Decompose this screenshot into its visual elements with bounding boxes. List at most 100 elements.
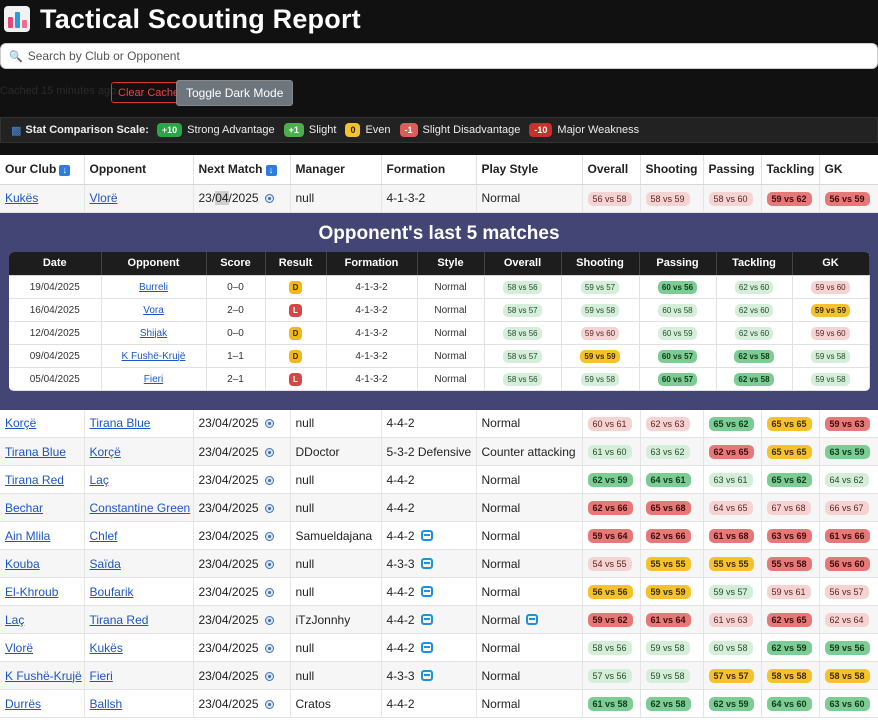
opponent-link[interactable]: Boufarik (90, 585, 134, 599)
formation-change-icon[interactable] (420, 557, 433, 569)
table-row[interactable]: K Fushë-Krujë Fieri 23/04/2025 null 4-3-3 Nor… (0, 661, 878, 690)
shooting-stat-badge: 59 vs 59 (580, 349, 620, 363)
table-row[interactable]: Vlorë Kukës 23/04/2025 null 4-4-2 Normal 58 vs… (0, 633, 878, 662)
last-matches-title: Opponent's last 5 matches (318, 222, 560, 244)
sub-header-style[interactable]: Style (417, 251, 485, 276)
gk-stat-badge: 59 vs 63 (824, 416, 870, 431)
score: 2–0 (206, 298, 266, 322)
opponent-link[interactable]: Korçë (90, 445, 121, 459)
sort-down-icon[interactable]: ↓ (265, 165, 277, 177)
sub-header-tackling[interactable]: Tackling (716, 251, 793, 276)
football-icon (264, 503, 274, 513)
table-row[interactable]: Korçë Tirana Blue 23/04/2025 null 4-4-2 Norma… (0, 409, 878, 438)
formation-change-icon[interactable] (420, 669, 433, 681)
sub-header-opponent[interactable]: Opponent (101, 251, 207, 276)
toggle-dark-mode-button[interactable]: Toggle Dark Mode (176, 80, 294, 106)
style-change-icon[interactable] (526, 613, 539, 625)
formation-change-icon[interactable] (420, 585, 433, 597)
shooting-stat-badge: 59 vs 58 (645, 669, 690, 683)
bar-chart-logo-icon (4, 6, 30, 32)
header-shooting[interactable]: Shooting (640, 155, 704, 185)
legend-label: Stat Comparison Scale: (25, 124, 149, 136)
table-row-selected[interactable]: Kukës Vlorë 23/04/2025 null 4-1-3-2 Norm… (0, 184, 878, 213)
club-link[interactable]: Korçë (5, 416, 36, 430)
club-link[interactable]: El-Khroub (5, 585, 58, 599)
formation-cell: 4-4-2 (381, 689, 477, 718)
formation-cell: 4-4-2 (381, 577, 477, 606)
sub-header-passing[interactable]: Passing (639, 251, 717, 276)
fixtures-table: Our Club ↓ Opponent Next Match ↓ Manager F… (0, 155, 878, 718)
opponent-link[interactable]: Constantine Green (90, 501, 191, 515)
club-link[interactable]: Laç (5, 613, 24, 627)
header-opponent[interactable]: Opponent (84, 155, 194, 185)
opponent-link[interactable]: Tirana Blue (90, 416, 151, 430)
formation-cell: 4-4-2 (381, 605, 477, 634)
table-row[interactable]: Durrës Ballsh 23/04/2025 Cratos 4-4-2 Normal 6… (0, 689, 878, 718)
opponent-link[interactable]: Fieri (90, 669, 113, 683)
club-link[interactable]: Tirana Red (5, 473, 64, 487)
header-manager[interactable]: Manager (290, 155, 382, 185)
tackling-stat-badge: 65 vs 65 (766, 445, 812, 459)
match-date: 23/04/2025 (193, 437, 291, 466)
passing-stat-badge: 62 vs 59 (708, 697, 754, 711)
club-link[interactable]: Tirana Blue (5, 445, 66, 459)
manager-cell: Samueldajana (290, 521, 382, 550)
opponent-link[interactable]: Tirana Red (90, 613, 149, 627)
table-row[interactable]: Ain Mlila Chlef 23/04/2025 Samueldajana 4-4-… (0, 521, 878, 550)
search-input[interactable] (27, 49, 848, 63)
match-date: 23/04/2025 (193, 577, 291, 606)
sub-header-overall[interactable]: Overall (484, 251, 562, 276)
opponent-link[interactable]: Fieri (144, 374, 163, 385)
sub-header-result[interactable]: Result (265, 251, 327, 276)
table-row[interactable]: Laç Tirana Red 23/04/2025 iTzJonnhy 4-4-2 Nor… (0, 605, 878, 634)
formation-change-icon[interactable] (420, 641, 433, 653)
sub-header-score[interactable]: Score (206, 251, 266, 276)
passing-stat-badge: 55 vs 55 (708, 557, 754, 571)
header-formation[interactable]: Formation (381, 155, 477, 185)
opponent-link[interactable]: Kukës (90, 641, 123, 655)
table-row[interactable]: Tirana Red Laç 23/04/2025 null 4-4-2 Normal 62… (0, 465, 878, 494)
opponent-link[interactable]: Chlef (90, 529, 118, 543)
sub-header-shooting[interactable]: Shooting (561, 251, 640, 276)
sub-header-date[interactable]: Date (9, 251, 102, 276)
header-our-club[interactable]: Our Club ↓ (0, 155, 85, 185)
club-link[interactable]: Durrës (5, 697, 41, 711)
header-play-style[interactable]: Play Style (476, 155, 583, 185)
club-link[interactable]: Vlorë (5, 641, 33, 655)
opponent-link[interactable]: Vora (143, 305, 164, 316)
sort-down-icon[interactable]: ↓ (59, 165, 71, 177)
clear-cache-button[interactable]: Clear Cache (111, 82, 187, 103)
opponent-link[interactable]: Saïda (90, 557, 121, 571)
club-link[interactable]: K Fushë-Krujë (5, 669, 82, 683)
manager-cell: null (290, 465, 382, 494)
table-row[interactable]: El-Khroub Boufarik 23/04/2025 null 4-4-2 Norm… (0, 577, 878, 606)
header-next-match[interactable]: Next Match ↓ (193, 155, 291, 185)
header-passing[interactable]: Passing (703, 155, 762, 185)
opponent-link[interactable]: Shijak (140, 328, 167, 339)
opponent-link[interactable]: Burreli (139, 282, 168, 293)
table-row[interactable]: Tirana Blue Korçë 23/04/2025 DDoctor 5-3-2 D… (0, 437, 878, 466)
search-bar[interactable]: 🔍 (0, 43, 878, 69)
shooting-stat-badge: 62 vs 63 (645, 416, 690, 431)
club-link[interactable]: Kukës (5, 191, 38, 205)
header-overall[interactable]: Overall (582, 155, 641, 185)
play-style-cell: Normal (476, 521, 583, 550)
club-link[interactable]: Kouba (5, 557, 40, 571)
club-link[interactable]: Ain Mlila (5, 529, 50, 543)
table-row[interactable]: Kouba Saïda 23/04/2025 null 4-3-3 Normal 54 vs… (0, 549, 878, 578)
formation-change-icon[interactable] (420, 529, 433, 541)
sub-header-gk[interactable]: GK (792, 251, 870, 276)
opponent-link[interactable]: K Fushë-Krujë (122, 351, 186, 362)
sub-header-formation[interactable]: Formation (326, 251, 418, 276)
header-gk[interactable]: GK (819, 155, 878, 185)
table-row[interactable]: Bechar Constantine Green 23/04/2025 null 4-4… (0, 493, 878, 522)
result-badge: D (289, 326, 302, 340)
opponent-link[interactable]: Laç (90, 473, 109, 487)
passing-stat-badge: 60 vs 57 (657, 349, 698, 363)
club-link[interactable]: Bechar (5, 501, 43, 515)
opponent-link[interactable]: Ballsh (90, 697, 123, 711)
opponent-link[interactable]: Vlorë (90, 191, 118, 205)
tackling-stat-badge: 62 vs 59 (766, 641, 812, 655)
formation-change-icon[interactable] (420, 613, 433, 625)
header-tackling[interactable]: Tackling (761, 155, 820, 185)
